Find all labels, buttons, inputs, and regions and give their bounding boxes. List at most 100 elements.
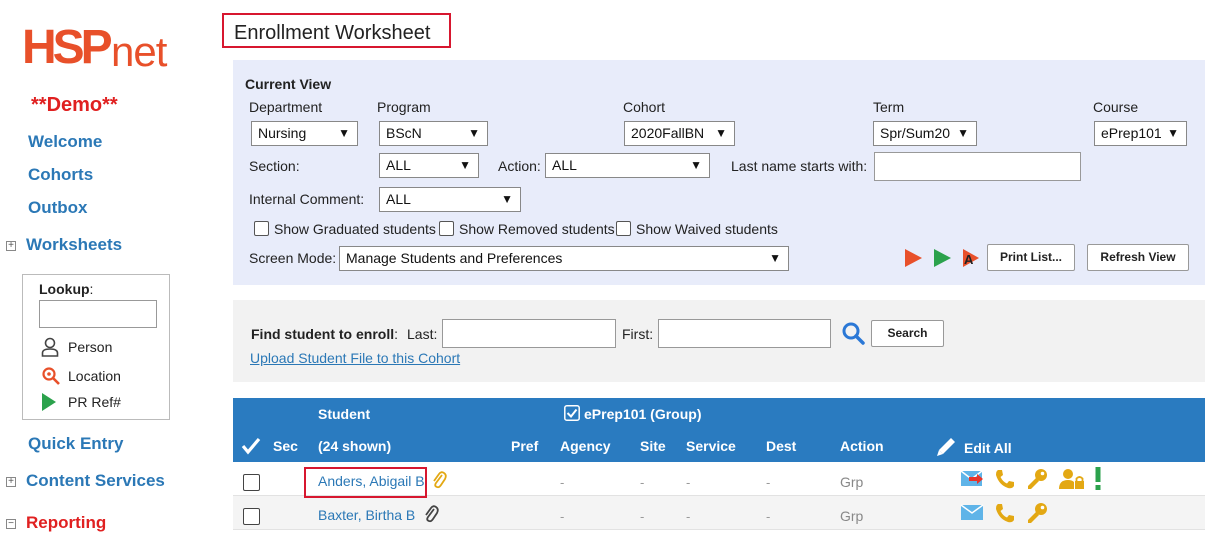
expand-icon[interactable]: +	[6, 477, 16, 487]
find-student-panel: Find student to enroll: Last: First: Sea…	[233, 300, 1205, 382]
dropdown-arrow-icon: ▼	[338, 126, 350, 140]
nav-worksheets-label: Worksheets	[26, 235, 123, 254]
internal-comment-select[interactable]: ALL ▼	[379, 187, 521, 212]
department-value: Nursing	[258, 125, 307, 141]
nav-outbox[interactable]: Outbox	[28, 198, 88, 218]
find-last-input[interactable]	[442, 319, 616, 348]
lookup-location-label: Location	[68, 368, 121, 385]
action-value: Grp	[840, 508, 864, 524]
email-icon[interactable]	[960, 502, 984, 525]
nav-welcome[interactable]: Welcome	[28, 132, 102, 152]
department-label: Department	[249, 99, 323, 115]
course-select[interactable]: ePrep101 ▼	[1094, 121, 1187, 146]
term-select[interactable]: Spr/Sum20 ▼	[873, 121, 977, 146]
last-name-input[interactable]	[874, 152, 1081, 181]
search-button[interactable]: Search	[871, 320, 944, 347]
screen-mode-value: Manage Students and Preferences	[346, 250, 563, 266]
nav-reporting[interactable]: − Reporting	[6, 513, 106, 533]
key-icon[interactable]	[1026, 502, 1050, 527]
hspnet-logo[interactable]: HSP net	[22, 21, 182, 76]
alert-icon[interactable]	[1094, 466, 1102, 490]
play-text-icon[interactable]: A	[961, 248, 981, 268]
find-first-input[interactable]	[658, 319, 831, 348]
show-graduated-checkbox[interactable]: Show Graduated students	[254, 221, 436, 237]
play-orange-icon[interactable]	[905, 249, 922, 267]
group-checkbox[interactable]	[564, 405, 580, 421]
col-group: ePrep101 (Group)	[584, 406, 702, 422]
email-forward-icon[interactable]	[960, 468, 984, 491]
expand-icon[interactable]: +	[6, 241, 16, 251]
svg-text:A: A	[964, 252, 974, 267]
site-value: -	[640, 475, 645, 490]
show-waived-checkbox[interactable]: Show Waived students	[616, 221, 778, 237]
logo-suffix: net	[111, 28, 167, 75]
nav-content-services[interactable]: + Content Services	[6, 471, 165, 491]
edit-all-link[interactable]: Edit All	[964, 440, 1012, 456]
find-student-label: Find student to enroll:	[251, 326, 398, 342]
lookup-person[interactable]: Person	[41, 337, 112, 360]
current-view-panel: Current View Department Nursing ▼ Program…	[233, 60, 1205, 285]
section-label: Section:	[249, 158, 300, 174]
section-select[interactable]: ALL ▼	[379, 153, 479, 178]
checkbox-icon[interactable]	[439, 221, 454, 236]
col-site[interactable]: Site	[640, 438, 666, 454]
col-dest[interactable]: Dest	[766, 438, 796, 454]
search-icon[interactable]	[841, 321, 865, 345]
show-removed-checkbox[interactable]: Show Removed students	[439, 221, 615, 237]
dropdown-arrow-icon: ▼	[957, 126, 969, 140]
service-value: -	[686, 509, 691, 524]
student-name-highlight	[304, 467, 427, 498]
row-checkbox[interactable]	[243, 474, 260, 491]
program-value: BScN	[386, 125, 422, 141]
department-select[interactable]: Nursing ▼	[251, 121, 358, 146]
checkbox-icon[interactable]	[254, 221, 269, 236]
lookup-input[interactable]	[39, 300, 157, 328]
lookup-pr-ref[interactable]: PR Ref#	[41, 393, 121, 414]
col-service[interactable]: Service	[686, 438, 736, 454]
lookup-location[interactable]: Location	[41, 366, 121, 389]
upload-student-file-link[interactable]: Upload Student File to this Cohort	[250, 350, 460, 366]
nav-cohorts[interactable]: Cohorts	[28, 165, 93, 185]
nav-reporting-label: Reporting	[26, 513, 107, 532]
lookup-label: Lookup:	[39, 281, 94, 297]
lookup-panel: Lookup: Person Location PR Ref#	[22, 274, 170, 420]
key-icon[interactable]	[1026, 468, 1050, 493]
phone-icon[interactable]	[994, 502, 1016, 527]
cohort-select[interactable]: 2020FallBN ▼	[624, 121, 735, 146]
phone-icon[interactable]	[994, 468, 1016, 493]
col-sec[interactable]: Sec	[273, 438, 298, 454]
row-checkbox[interactable]	[243, 508, 260, 525]
student-name-link[interactable]: Baxter, Birtha B	[318, 507, 415, 523]
term-value: Spr/Sum20	[880, 125, 951, 141]
nav-content-services-label: Content Services	[26, 471, 165, 490]
play-green-icon[interactable]	[934, 249, 951, 267]
section-value: ALL	[386, 157, 411, 173]
demo-label: **Demo**	[31, 94, 118, 116]
select-all-check-icon[interactable]	[241, 437, 261, 455]
dropdown-arrow-icon: ▼	[715, 126, 727, 140]
sidebar: HSP net **Demo** Welcome Cohorts Outbox …	[0, 0, 200, 532]
action-select[interactable]: ALL ▼	[545, 153, 710, 178]
col-action[interactable]: Action	[840, 438, 884, 454]
refresh-view-button[interactable]: Refresh View	[1087, 244, 1189, 271]
col-agency[interactable]: Agency	[560, 438, 611, 454]
pencil-icon[interactable]	[935, 435, 959, 457]
paperclip-icon[interactable]	[423, 505, 439, 526]
user-lock-icon[interactable]	[1059, 468, 1085, 493]
paperclip-icon[interactable]	[431, 471, 447, 492]
program-select[interactable]: BScN ▼	[379, 121, 488, 146]
agency-value: -	[560, 475, 565, 490]
logo-main: HSP	[22, 21, 113, 74]
col-pref[interactable]: Pref	[511, 438, 538, 454]
col-student[interactable]: Student	[318, 406, 370, 422]
dropdown-arrow-icon: ▼	[769, 251, 781, 265]
internal-comment-label: Internal Comment:	[249, 191, 365, 207]
nav-worksheets[interactable]: + Worksheets	[6, 235, 122, 255]
student-table-header: Student ePrep101 (Group) Sec (24 shown) …	[233, 398, 1205, 462]
checkbox-icon[interactable]	[616, 221, 631, 236]
nav-quick-entry[interactable]: Quick Entry	[28, 434, 123, 454]
print-list-button[interactable]: Print List...	[987, 244, 1075, 271]
find-first-label: First:	[622, 326, 654, 342]
collapse-icon[interactable]: −	[6, 519, 16, 529]
screen-mode-select[interactable]: Manage Students and Preferences ▼	[339, 246, 789, 271]
